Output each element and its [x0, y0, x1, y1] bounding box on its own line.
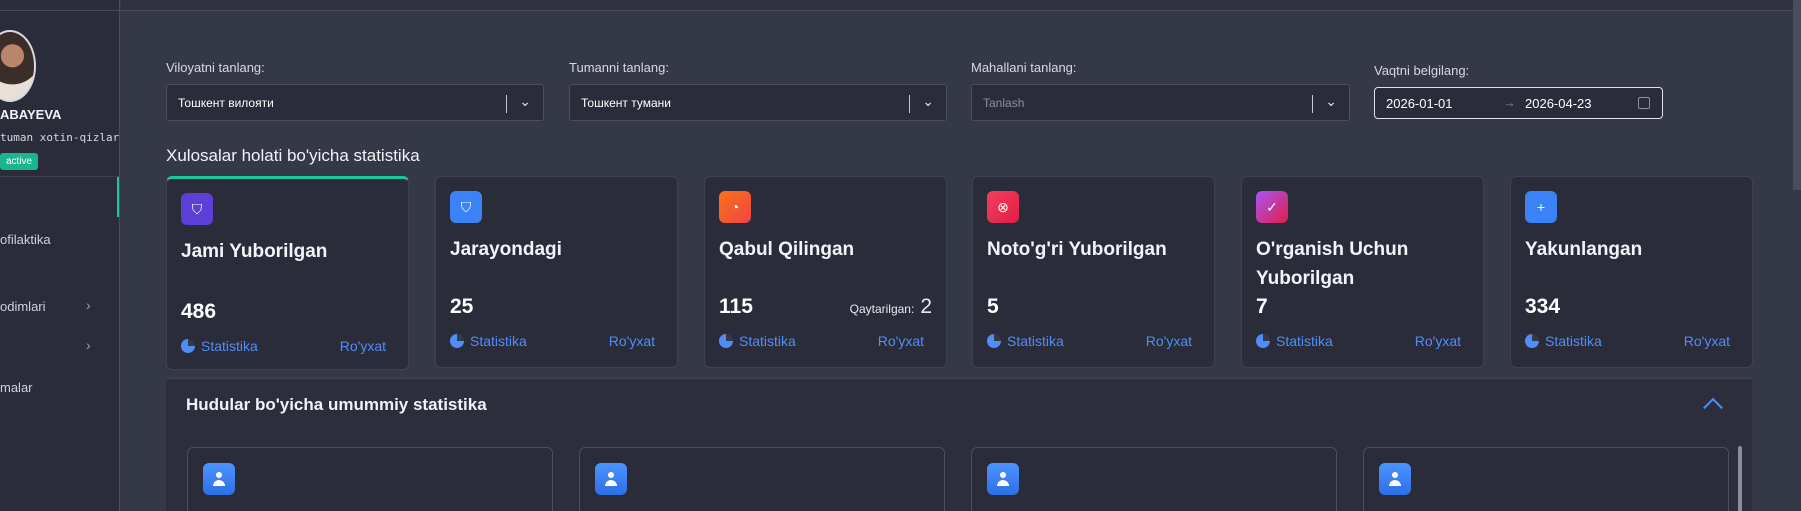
stat-card-value: 25: [450, 295, 474, 318]
avatar[interactable]: [0, 30, 36, 102]
stat-card-title: Qabul Qilingan: [719, 239, 855, 260]
stat-card-title: Noto'g'ri Yuborilgan: [987, 239, 1167, 260]
stat-card-accepted: ◔ Qabul Qilingan 115 Qaytarilgan: 2 Stati…: [704, 176, 947, 368]
statistics-link[interactable]: Statistika: [1525, 333, 1602, 349]
sidebar-item-murojaatlar[interactable]: malar: [0, 380, 33, 395]
stat-card-for-study: ✓ O'rganish Uchun Yuborilgan 7 Statistik…: [1241, 176, 1484, 368]
region-card[interactable]: [187, 447, 553, 511]
date-filter-label: Vaqtni belgilang:: [1374, 63, 1470, 78]
stat-card-title: Jarayondagi: [450, 239, 562, 260]
statistics-link-label: Statistika: [201, 338, 258, 354]
mahalla-filter-label: Mahallani tanlang:: [971, 60, 1077, 75]
statistics-link[interactable]: Statistika: [450, 333, 527, 349]
user-icon: [1379, 463, 1411, 495]
region-filter-label: Viloyatni tanlang:: [166, 60, 265, 75]
list-link[interactable]: Ro'yxat: [1415, 333, 1461, 349]
regions-stats-panel: Hudular bo'yicha umummiy statistika: [166, 378, 1752, 511]
list-link[interactable]: Ro'yxat: [1684, 333, 1730, 349]
district-filter-label: Tumanni tanlang:: [569, 60, 669, 75]
select-separator: [909, 95, 910, 113]
returned-value: 2: [920, 295, 932, 318]
date-range-arrow-icon: →: [1503, 95, 1516, 110]
stat-card-wrong: ⊗ Noto'g'ri Yuborilgan 5 Statistika Ro'y…: [972, 176, 1215, 368]
status-badge: active: [0, 153, 39, 170]
user-role: tuman xotin-qizlar: [0, 131, 120, 144]
chevron-right-icon[interactable]: ›: [86, 337, 91, 353]
statistics-link-label: Statistika: [1276, 333, 1333, 349]
stat-card-value: 5: [987, 295, 999, 318]
statistics-link-label: Statistika: [739, 333, 796, 349]
user-icon: [203, 463, 235, 495]
stat-card-total: ⛉ Jami Yuborilgan 486 Statistika Ro'yxat: [166, 176, 409, 370]
statistics-link-label: Statistika: [1545, 333, 1602, 349]
returned-label: Qaytarilgan:: [849, 302, 915, 316]
pie-chart-icon: [719, 334, 733, 348]
shield-icon: ⛉: [181, 193, 213, 225]
stat-card-value: 115: [719, 295, 753, 318]
stat-card-value: 486: [181, 300, 217, 323]
returned-count: Qaytarilgan: 2: [850, 295, 932, 319]
region-card[interactable]: [1363, 447, 1729, 511]
mahalla-select-placeholder: Tanlash: [983, 96, 1025, 110]
statistics-link-label: Statistika: [1007, 333, 1064, 349]
shield-plus-icon: +: [1525, 191, 1557, 223]
sidebar-item-active[interactable]: [0, 176, 119, 217]
date-start-input[interactable]: 2026-01-01: [1386, 96, 1453, 111]
user-icon: [987, 463, 1019, 495]
region-select-value: Тошкент вилояти: [178, 96, 274, 110]
list-link[interactable]: Ro'yxat: [878, 333, 924, 349]
user-icon: [595, 463, 627, 495]
pie-chart-icon: [181, 339, 195, 353]
region-card[interactable]: [579, 447, 945, 511]
list-link[interactable]: Ro'yxat: [340, 338, 386, 354]
panel-scrollbar[interactable]: [1738, 446, 1742, 511]
user-name: ABAYEVA: [0, 107, 62, 122]
pie-chart-icon: [1525, 334, 1539, 348]
calendar-icon[interactable]: [1638, 97, 1650, 109]
list-link[interactable]: Ro'yxat: [1146, 333, 1192, 349]
chevron-down-icon[interactable]: ⌄: [922, 93, 934, 110]
stat-card-in-progress: ⛉ Jarayondagi 25 Statistika Ro'yxat: [435, 176, 678, 368]
statistics-link[interactable]: Statistika: [987, 333, 1064, 349]
stat-card-title: Jami Yuborilgan: [181, 241, 328, 262]
chevron-down-icon[interactable]: ⌄: [1325, 93, 1337, 110]
chevron-right-icon[interactable]: ›: [86, 297, 91, 313]
sidebar: ABAYEVA tuman xotin-qizlar active ofilak…: [0, 0, 120, 511]
stat-card-title: O'rganish Uchun Yuborilgan: [1256, 239, 1409, 289]
sidebar-item-profilaktika[interactable]: ofilaktika: [0, 232, 51, 247]
stat-card-value: 334: [1525, 295, 1561, 318]
stat-card-completed: + Yakunlangan 334 Statistika Ro'yxat: [1510, 176, 1753, 368]
district-select[interactable]: Тошкент тумани ⌄: [569, 84, 947, 121]
top-header-bar: [121, 0, 1801, 11]
select-separator: [506, 95, 507, 113]
mahalla-select[interactable]: Tanlash ⌄: [971, 84, 1350, 121]
date-end-input[interactable]: 2026-04-23: [1525, 96, 1592, 111]
chevron-up-icon[interactable]: [1703, 397, 1723, 418]
regions-panel-title: Hudular bo'yicha umummiy statistika: [186, 395, 487, 414]
select-separator: [1312, 95, 1313, 113]
statistics-link-label: Statistika: [470, 333, 527, 349]
sidebar-item-xodimlari[interactable]: odimlari: [0, 299, 46, 314]
pie-chart-icon: [450, 334, 464, 348]
shield-icon: ⛉: [450, 191, 482, 223]
statistics-link[interactable]: Statistika: [181, 338, 258, 354]
shield-check-icon: ✓: [1256, 191, 1288, 223]
compass-icon: ◔: [719, 191, 751, 223]
statistics-link[interactable]: Statistika: [1256, 333, 1333, 349]
x-circle-icon: ⊗: [987, 191, 1019, 223]
page-scrollbar[interactable]: [1793, 0, 1801, 190]
stats-section-title: Xulosalar holati bo'yicha statistika: [166, 146, 420, 165]
sidebar-top-strip: [0, 0, 119, 11]
pie-chart-icon: [1256, 334, 1270, 348]
stat-card-title: Yakunlangan: [1525, 239, 1643, 260]
region-select[interactable]: Тошкент вилояти ⌄: [166, 84, 544, 121]
region-card[interactable]: [971, 447, 1337, 511]
district-select-value: Тошкент тумани: [581, 96, 671, 110]
list-link[interactable]: Ro'yxat: [609, 333, 655, 349]
date-range-picker[interactable]: 2026-01-01 → 2026-04-23: [1374, 87, 1663, 119]
chevron-down-icon[interactable]: ⌄: [519, 93, 531, 110]
statistics-link[interactable]: Statistika: [719, 333, 796, 349]
stat-card-value: 7: [1256, 295, 1268, 318]
pie-chart-icon: [987, 334, 1001, 348]
